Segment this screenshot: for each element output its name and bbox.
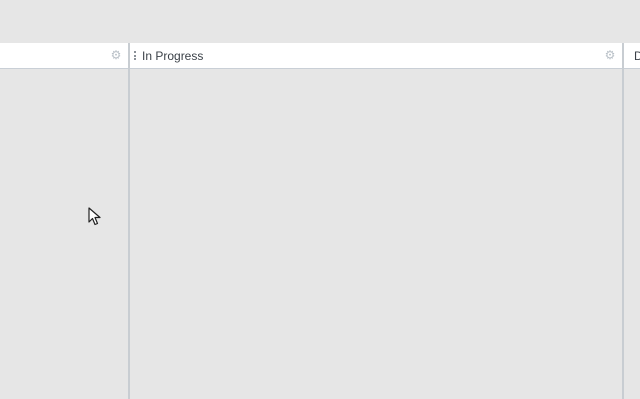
column-header: In Progress ⚙ — [130, 43, 622, 69]
column-header: ⚙ — [0, 43, 128, 69]
board-column-left: ⚙ — [0, 43, 128, 399]
drag-handle-icon[interactable] — [134, 51, 136, 60]
kanban-board: ⚙ In Progress ⚙ D — [0, 0, 640, 399]
column-title: In Progress — [142, 49, 204, 63]
mouse-cursor-icon — [88, 207, 101, 226]
board-column-in-progress: In Progress ⚙ — [130, 43, 622, 399]
gear-icon[interactable]: ⚙ — [110, 49, 122, 61]
column-title: D — [634, 49, 640, 63]
column-body[interactable] — [624, 70, 640, 399]
column-header: D — [624, 43, 640, 69]
column-body[interactable] — [0, 70, 128, 399]
gear-icon[interactable]: ⚙ — [604, 49, 616, 61]
column-body[interactable] — [130, 70, 622, 399]
board-column-right: D — [624, 43, 640, 399]
